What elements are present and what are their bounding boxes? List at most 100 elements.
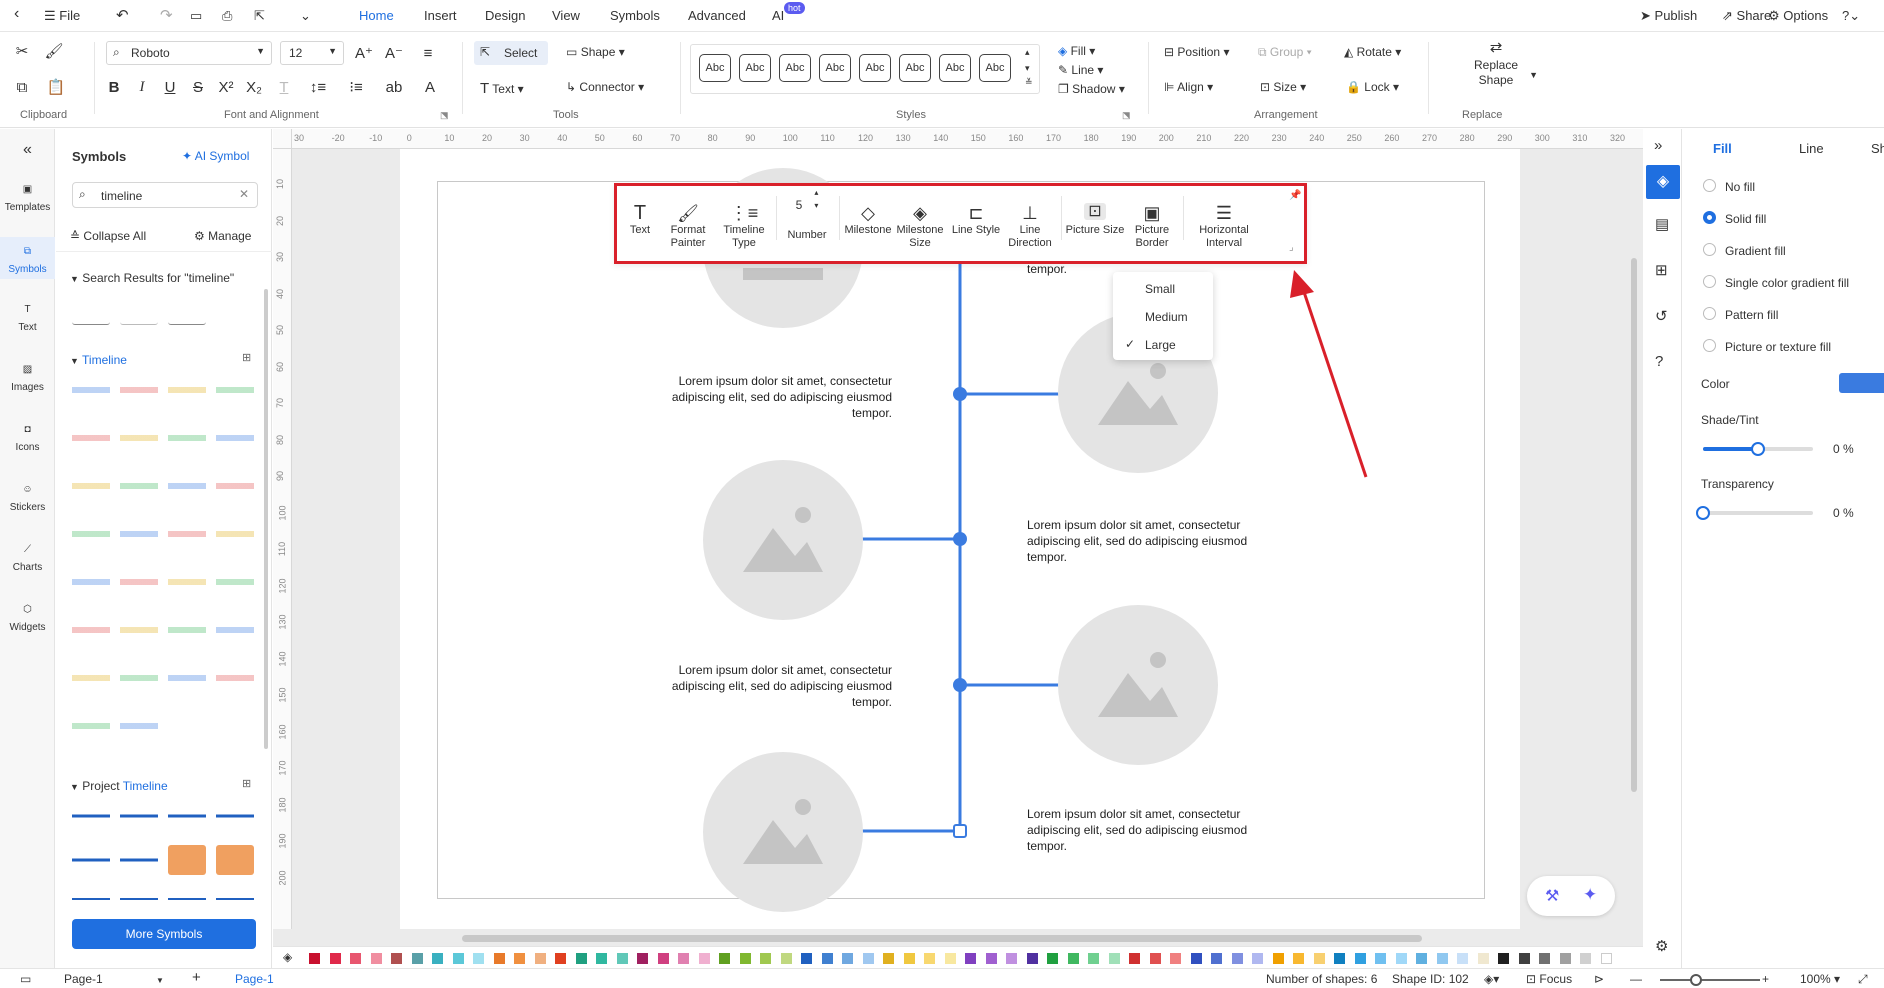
color-swatch[interactable] [555, 953, 566, 964]
panel-scrollbar[interactable] [264, 289, 268, 749]
nav-stickers[interactable]: ☺ Stickers [0, 479, 55, 514]
symbol-thumbnail[interactable] [168, 295, 206, 325]
timeline-symbol-thumbnail[interactable] [72, 519, 110, 549]
shade-slider[interactable] [1703, 442, 1813, 456]
slider-handle[interactable] [1751, 442, 1765, 456]
timeline-symbol-thumbnail[interactable] [72, 711, 110, 741]
milestone-dot[interactable] [953, 387, 967, 401]
format-painter-icon[interactable]: 🖌 [42, 40, 66, 62]
color-swatch[interactable] [473, 953, 484, 964]
magic-wand-icon[interactable]: ⚒ [1545, 886, 1559, 906]
zoom-level[interactable]: 100% ▾ [1800, 972, 1840, 986]
align-icon[interactable]: ≡ [416, 42, 440, 64]
timeline-symbol-thumbnail[interactable] [168, 375, 206, 405]
timeline-symbol-thumbnail[interactable] [216, 615, 254, 645]
color-swatch[interactable] [452, 953, 464, 964]
presentation-icon[interactable]: ⊞ [1655, 261, 1668, 279]
color-swatch[interactable] [657, 953, 669, 964]
subscript-icon[interactable]: X₂ [242, 76, 266, 98]
color-swatch[interactable] [1129, 953, 1140, 964]
style-swatch[interactable]: Abc [859, 54, 891, 82]
timeline-symbol-thumbnail[interactable] [216, 471, 254, 501]
timeline-symbol-thumbnail[interactable] [72, 471, 110, 501]
expand-panel-icon[interactable]: » [1654, 137, 1662, 154]
toolbar-milestone-button[interactable]: ◇ Milestone [843, 194, 893, 237]
color-swatch[interactable] [493, 953, 505, 964]
page-tab-active[interactable]: Page-1 [235, 972, 274, 986]
timeline-symbol-thumbnail[interactable] [168, 519, 206, 549]
color-swatch[interactable] [1067, 953, 1079, 964]
tab-symbols[interactable]: Symbols [610, 8, 660, 23]
image-placeholder[interactable] [703, 752, 863, 912]
color-swatch[interactable] [821, 953, 833, 964]
toolbar-picture-border-button[interactable]: ▣ Picture Border [1127, 194, 1177, 250]
color-swatch[interactable] [1457, 953, 1468, 964]
line-button[interactable]: ✎ Line ▾ [1058, 63, 1103, 77]
color-swatch[interactable] [637, 953, 648, 964]
color-swatch[interactable] [801, 953, 812, 964]
radio-solid-fill[interactable] [1703, 211, 1716, 224]
color-swatch[interactable] [350, 953, 361, 964]
color-swatch[interactable] [965, 953, 976, 964]
strikethrough-icon[interactable]: S [186, 76, 210, 98]
redo-icon[interactable]: ↷ [160, 6, 173, 24]
toolbar-horizontal-interval-button[interactable]: ☰ Horizontal Interval [1189, 194, 1259, 250]
ai-symbol-button[interactable]: ✦ AI Symbol [182, 149, 249, 163]
color-swatch[interactable] [1190, 953, 1202, 964]
timeline-symbol-thumbnail[interactable] [120, 375, 158, 405]
text-tool-button[interactable]: T Text ▾ [480, 80, 524, 97]
color-swatch[interactable] [370, 953, 382, 964]
project-timeline-thumbnail[interactable] [168, 889, 206, 909]
save-icon[interactable]: ▭ [190, 8, 202, 24]
project-timeline-thumbnail[interactable] [72, 889, 110, 909]
paint-bucket-icon[interactable]: ◈ [283, 950, 292, 964]
font-size-select[interactable]: 12 ▼ [280, 41, 344, 65]
color-swatch[interactable] [760, 953, 771, 964]
slider-handle[interactable] [1696, 506, 1710, 520]
page-layout-icon[interactable]: ▭ [20, 972, 31, 986]
size-button[interactable]: ⊡ Size ▾ [1260, 80, 1306, 94]
shade-value[interactable]: 0 % [1833, 442, 1854, 456]
style-swatch[interactable]: Abc [699, 54, 731, 82]
timeline-symbol-thumbnail[interactable] [216, 423, 254, 453]
italic-icon[interactable]: I [130, 76, 154, 98]
timeline-symbol-thumbnail[interactable] [72, 615, 110, 645]
color-swatch[interactable] [596, 953, 607, 964]
color-swatch[interactable] [1272, 953, 1284, 964]
connector-button[interactable]: ↳ Connector ▾ [566, 80, 644, 94]
project-timeline-thumbnail[interactable] [216, 889, 254, 909]
color-swatch[interactable] [329, 953, 341, 964]
nav-templates[interactable]: ▣ Templates [0, 179, 55, 214]
color-swatch[interactable] [1518, 953, 1530, 964]
cut-icon[interactable]: ✂ [10, 40, 34, 62]
timeline-symbol-thumbnail[interactable] [168, 471, 206, 501]
radio-gradient-fill[interactable] [1703, 243, 1716, 256]
color-swatch[interactable] [698, 953, 710, 964]
bullets-icon[interactable]: ⁝≡ [344, 76, 368, 98]
toolbar-format-painter-button[interactable]: 🖌 Format Painter [663, 194, 713, 250]
project-timeline-thumbnail[interactable] [216, 845, 254, 875]
style-swatch[interactable]: Abc [939, 54, 971, 82]
tab-shadow[interactable]: Shac [1871, 141, 1884, 156]
fullscreen-icon[interactable]: ⤢ [1858, 972, 1868, 987]
manage-button[interactable]: ⚙ Manage [194, 229, 251, 243]
color-swatch[interactable] [1334, 953, 1345, 964]
resize-grip-icon[interactable]: ⌟ [1289, 242, 1294, 253]
project-timeline-header[interactable]: ▼ Project Timeline [70, 779, 168, 793]
color-swatch[interactable] [1170, 953, 1181, 964]
file-menu[interactable]: ☰ File [44, 8, 80, 24]
color-swatch[interactable] [1395, 953, 1407, 964]
more-symbols-button[interactable]: More Symbols [72, 919, 256, 949]
timeline-symbol-thumbnail[interactable] [72, 423, 110, 453]
transparency-value[interactable]: 0 % [1833, 506, 1854, 520]
underline-icon[interactable]: U [158, 76, 182, 98]
color-swatch[interactable] [1211, 953, 1222, 964]
style-swatch[interactable]: Abc [899, 54, 931, 82]
slider-handle[interactable] [1690, 974, 1702, 986]
nav-widgets[interactable]: ⬡ Widgets [0, 599, 55, 634]
toolbar-picture-size-button[interactable]: ⊡ Picture Size [1065, 194, 1125, 237]
symbol-thumbnail[interactable] [72, 295, 110, 325]
color-swatch[interactable] [1559, 953, 1571, 964]
color-swatch[interactable] [1088, 953, 1099, 964]
color-swatch[interactable] [1477, 953, 1489, 964]
